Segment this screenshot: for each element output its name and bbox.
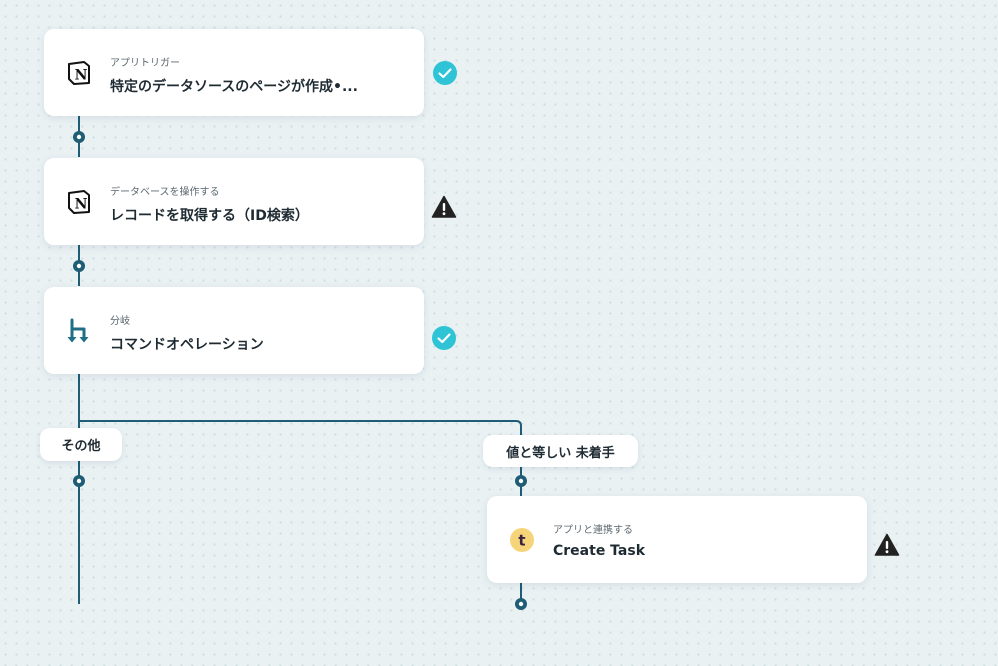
step-type-label: 分岐 <box>110 316 130 327</box>
add-step-node[interactable] <box>514 597 528 611</box>
step-type-label: アプリと連携する <box>553 525 633 536</box>
connector-line-equals-branch <box>79 420 522 436</box>
step-card-create-task[interactable]: t アプリと連携する Create Task <box>487 496 867 583</box>
step-title: 特定のデータソースのページが作成•... <box>110 79 358 95</box>
step-card-database-operation[interactable]: N データベースを操作する レコードを取得する（ID検索） <box>44 158 424 245</box>
add-step-node[interactable] <box>514 474 528 488</box>
add-step-node[interactable] <box>72 474 86 488</box>
svg-text:t: t <box>518 532 525 550</box>
step-title: コマンドオペレーション <box>110 337 264 353</box>
warning-icon <box>431 194 457 220</box>
svg-text:N: N <box>75 68 88 84</box>
step-title: Create Task <box>553 543 646 559</box>
branch-icon <box>66 318 92 344</box>
add-step-node[interactable] <box>72 259 86 273</box>
success-check-icon <box>432 60 458 86</box>
branch-label-equals[interactable]: 値と等しい 未着手 <box>483 435 638 467</box>
branch-label-other[interactable]: その他 <box>40 428 122 461</box>
step-type-label: データベースを操作する <box>110 187 220 198</box>
step-type-label: アプリトリガー <box>110 58 180 69</box>
add-step-node[interactable] <box>72 130 86 144</box>
step-card-branch[interactable]: 分岐 コマンドオペレーション <box>44 287 424 374</box>
step-card-app-trigger[interactable]: N アプリトリガー 特定のデータソースのページが作成•... <box>44 29 424 116</box>
notion-icon: N <box>66 189 92 215</box>
notion-icon: N <box>66 60 92 86</box>
warning-icon <box>874 532 900 558</box>
step-title: レコードを取得する（ID検索） <box>110 208 309 224</box>
success-check-icon <box>431 325 457 351</box>
svg-text:N: N <box>75 197 88 213</box>
task-app-icon: t <box>509 527 535 553</box>
